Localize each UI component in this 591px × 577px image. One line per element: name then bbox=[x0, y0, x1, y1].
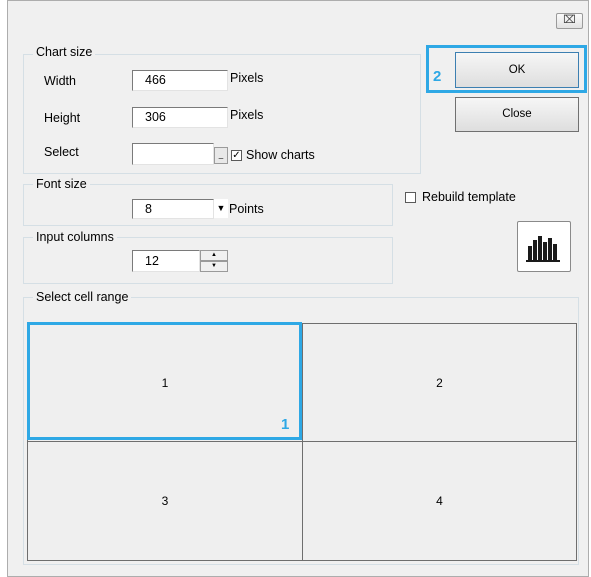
dropdown-arrow-icon: ▼ bbox=[216, 203, 226, 213]
spin-up-button[interactable]: ▲ bbox=[200, 250, 228, 261]
ok-callout-number: 2 bbox=[433, 68, 442, 85]
cell-label-2: 2 bbox=[436, 375, 443, 390]
bar-chart-icon bbox=[526, 236, 560, 262]
select-dropdown-button[interactable]: _ bbox=[214, 147, 228, 164]
select-input[interactable] bbox=[132, 143, 214, 165]
height-unit-label: Pixels bbox=[230, 108, 264, 122]
width-input[interactable]: 466 bbox=[132, 70, 228, 91]
cell-callout-number: 1 bbox=[281, 416, 290, 433]
close-button[interactable]: Close bbox=[455, 97, 579, 132]
width-label: Width bbox=[44, 74, 76, 88]
height-input[interactable]: 306 bbox=[132, 107, 228, 128]
chart-size-legend: Chart size bbox=[33, 45, 96, 59]
window-close-button[interactable]: ⌧ bbox=[556, 13, 583, 29]
font-size-select[interactable]: 8 bbox=[132, 199, 214, 219]
title-bar bbox=[8, 1, 588, 32]
ok-button[interactable]: OK bbox=[455, 52, 579, 88]
width-unit-label: Pixels bbox=[230, 71, 264, 85]
cell-range-button-4[interactable]: 4 bbox=[302, 441, 577, 561]
cell-range-legend: Select cell range bbox=[33, 290, 132, 304]
cell-label-3: 3 bbox=[161, 494, 169, 508]
spin-down-icon: ▼ bbox=[211, 263, 217, 269]
checkmark-icon: ✓ bbox=[232, 150, 241, 161]
input-columns-legend: Input columns bbox=[33, 230, 117, 244]
cell-range-button-2[interactable]: 2 bbox=[302, 323, 577, 442]
spin-up-icon: ▲ bbox=[211, 252, 217, 258]
show-charts-label: Show charts bbox=[246, 148, 315, 162]
cell-highlight-callout bbox=[27, 322, 302, 440]
cell-label-4: 4 bbox=[436, 494, 443, 508]
font-size-legend: Font size bbox=[33, 177, 90, 191]
chart-builder-button[interactable] bbox=[517, 221, 571, 272]
show-charts-checkbox[interactable]: ✓ bbox=[231, 150, 242, 161]
cell-range-button-3[interactable]: 3 bbox=[27, 441, 303, 561]
dropdown-icon: _ bbox=[218, 150, 224, 159]
rebuild-template-checkbox[interactable] bbox=[405, 192, 416, 203]
close-icon: ⌧ bbox=[563, 14, 576, 26]
font-size-dropdown-button[interactable]: ▼ bbox=[214, 199, 228, 218]
rebuild-template-label: Rebuild template bbox=[422, 190, 516, 204]
font-size-unit-label: Points bbox=[229, 202, 264, 216]
height-label: Height bbox=[44, 111, 81, 125]
input-columns-input[interactable]: 12 bbox=[132, 250, 200, 272]
spin-down-button[interactable]: ▼ bbox=[200, 261, 228, 272]
select-label: Select bbox=[44, 145, 79, 159]
